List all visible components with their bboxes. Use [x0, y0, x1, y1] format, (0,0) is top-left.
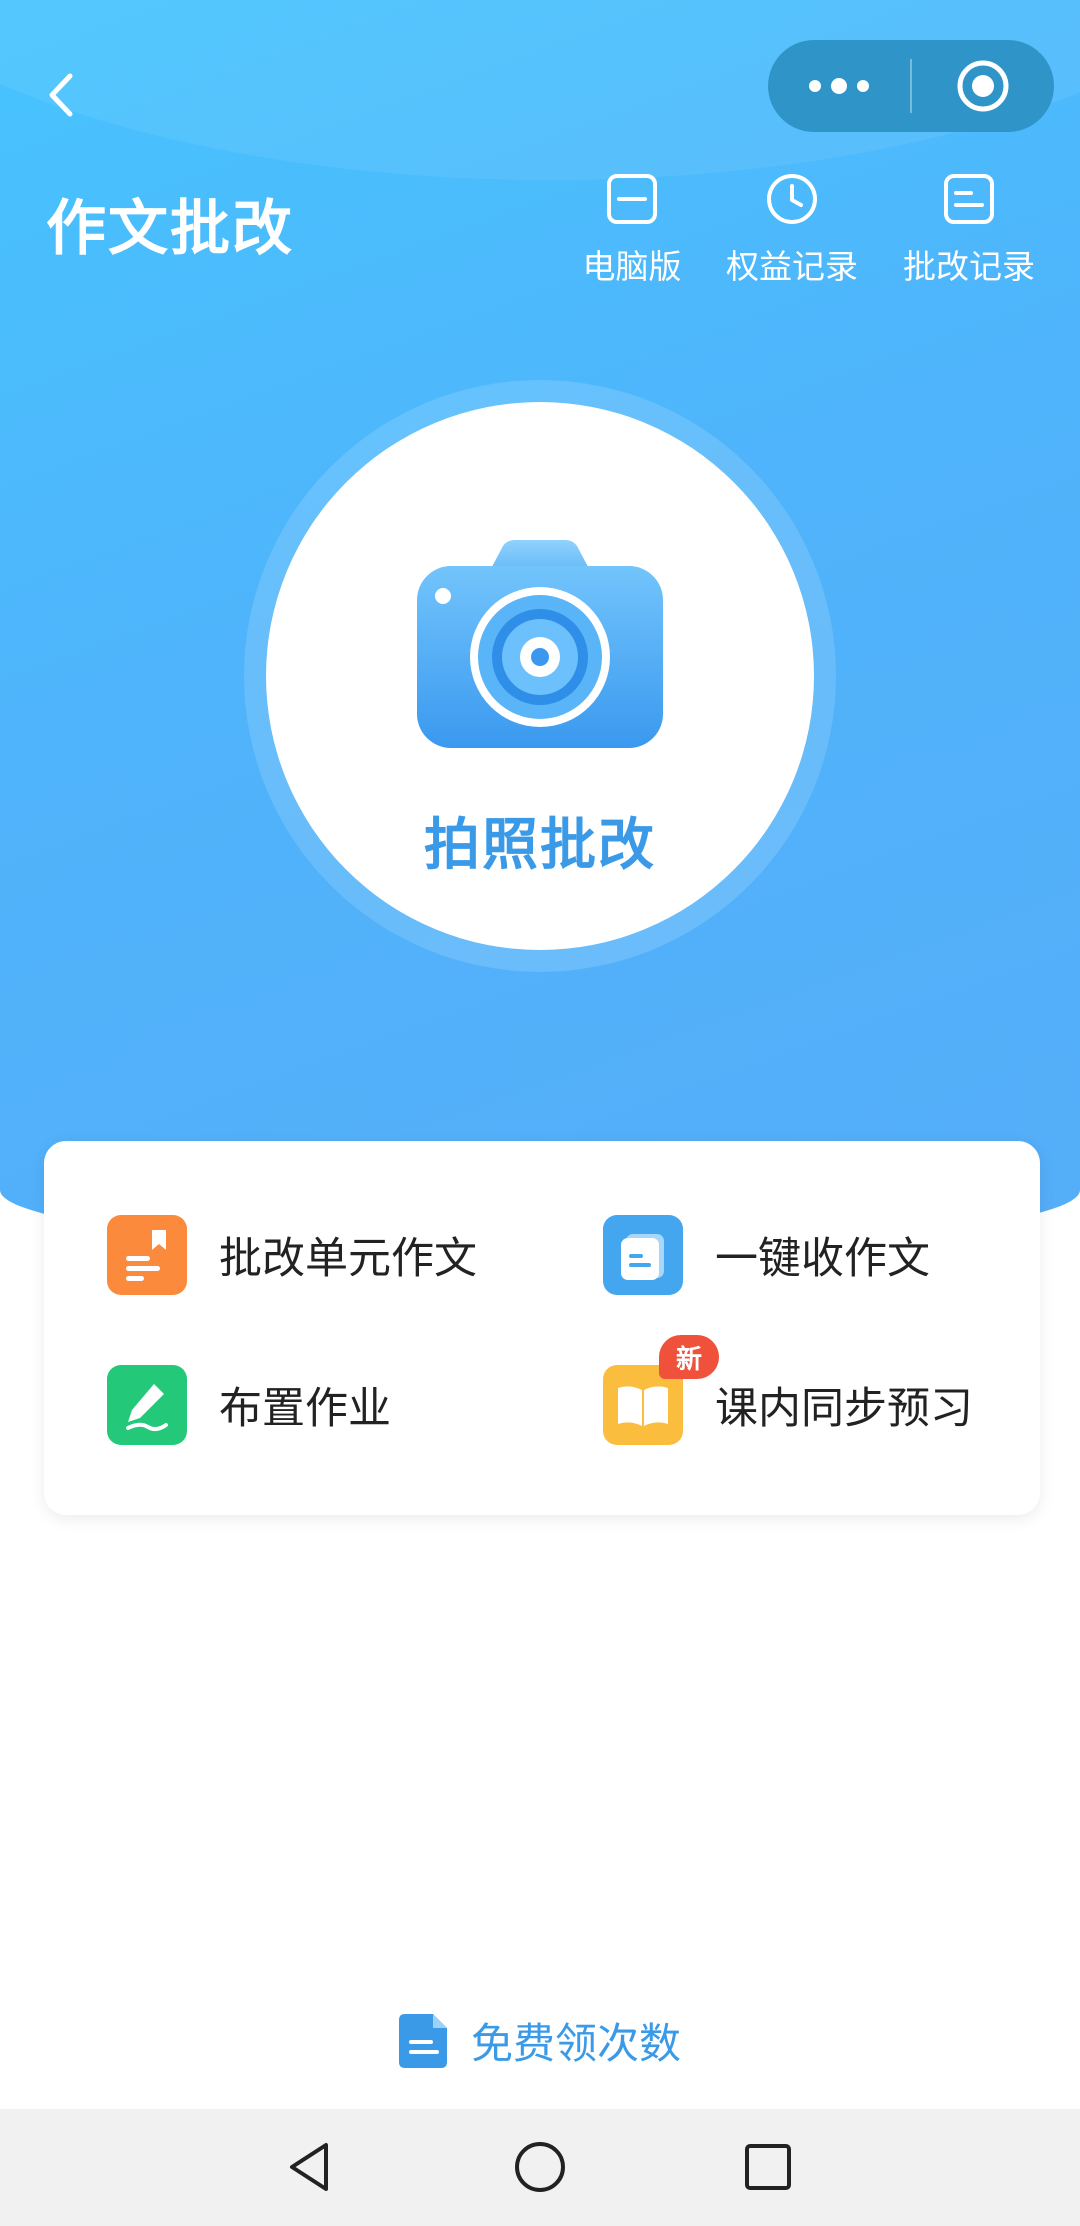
unit-essay-icon: [107, 1215, 187, 1295]
back-button[interactable]: [40, 70, 80, 120]
nav-home-button[interactable]: [510, 2137, 570, 2197]
unit-essay-label: 批改单元作文: [219, 1234, 477, 1284]
assign-homework-button[interactable]: 布置作业: [107, 1365, 391, 1445]
miniprogram-capsule: [768, 40, 1054, 132]
collect-essay-icon: [603, 1215, 683, 1295]
close-miniprogram-button[interactable]: [912, 40, 1054, 132]
desktop-icon: [607, 174, 657, 224]
free-times-link[interactable]: 免费领次数: [0, 2010, 1080, 2071]
unit-essay-button[interactable]: 批改单元作文: [107, 1215, 477, 1295]
benefit-record-label: 权益记录: [726, 247, 858, 286]
square-recents-icon: [745, 2144, 791, 2190]
preview-sync-button[interactable]: 新 课内同步预习: [603, 1335, 973, 1445]
record-icon: [944, 174, 994, 224]
nav-back-button[interactable]: [280, 2137, 340, 2197]
more-button[interactable]: [768, 40, 910, 132]
desktop-version-button[interactable]: 电脑版: [552, 168, 712, 288]
book-icon: 新: [603, 1335, 719, 1445]
clock-icon: [767, 174, 817, 224]
preview-sync-label: 课内同步预习: [715, 1384, 973, 1434]
nav-recents-button[interactable]: [738, 2137, 798, 2197]
triangle-back-icon: [290, 2143, 328, 2191]
page-title: 作文批改: [46, 194, 294, 264]
photo-correction-label: 拍照批改: [424, 813, 656, 878]
free-times-label: 免费领次数: [470, 2019, 681, 2068]
more-dots-icon: [809, 78, 869, 94]
correction-record-label: 批改记录: [903, 247, 1035, 286]
benefit-record-button[interactable]: 权益记录: [712, 168, 872, 288]
new-badge: 新: [659, 1335, 719, 1379]
desktop-version-label: 电脑版: [582, 247, 682, 286]
chevron-left-icon: [49, 73, 73, 117]
circle-home-icon: [515, 2142, 565, 2192]
collect-essay-label: 一键收作文: [715, 1234, 930, 1284]
pen-icon: [107, 1365, 187, 1445]
correction-record-button[interactable]: 批改记录: [889, 168, 1049, 288]
document-icon: [398, 2013, 447, 2068]
system-nav-bar: [0, 2109, 1080, 2226]
camera-icon: [417, 540, 663, 748]
target-icon: [957, 60, 1009, 112]
feature-card: 批改单元作文 一键收作文 布置作业 新 课内同步预习: [44, 1141, 1040, 1515]
collect-essay-button[interactable]: 一键收作文: [603, 1215, 930, 1295]
assign-homework-label: 布置作业: [219, 1384, 391, 1434]
